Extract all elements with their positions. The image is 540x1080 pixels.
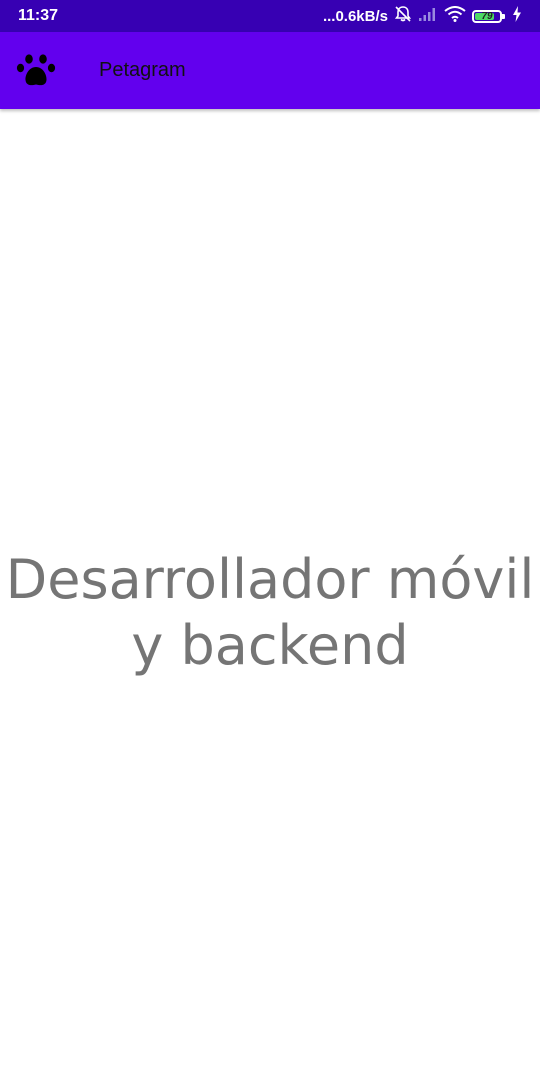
description-line-2: y backend: [131, 614, 409, 677]
profile-description: Desarrollador móvil y backend: [0, 547, 540, 679]
status-time: 11:37: [18, 7, 59, 24]
main-content: Desarrollador móvil y backend: [0, 110, 540, 1080]
signal-icon: [418, 6, 438, 27]
network-speed: ...0.6kB/s: [322, 7, 388, 25]
paw-icon[interactable]: [16, 49, 60, 93]
wifi-icon: [444, 5, 466, 27]
description-line-1: Desarrollador móvil: [5, 548, 535, 611]
charging-icon: [512, 5, 522, 27]
battery-icon: 79: [472, 9, 505, 23]
app-bar: Petagram: [0, 32, 540, 109]
app-title: Petagram: [99, 59, 186, 81]
status-bar: 11:37 ...0.6kB/s 79: [0, 0, 540, 32]
mute-alarm-icon: [394, 5, 412, 28]
status-icons: ...0.6kB/s 79: [323, 5, 522, 28]
battery-level: 79: [481, 10, 493, 22]
